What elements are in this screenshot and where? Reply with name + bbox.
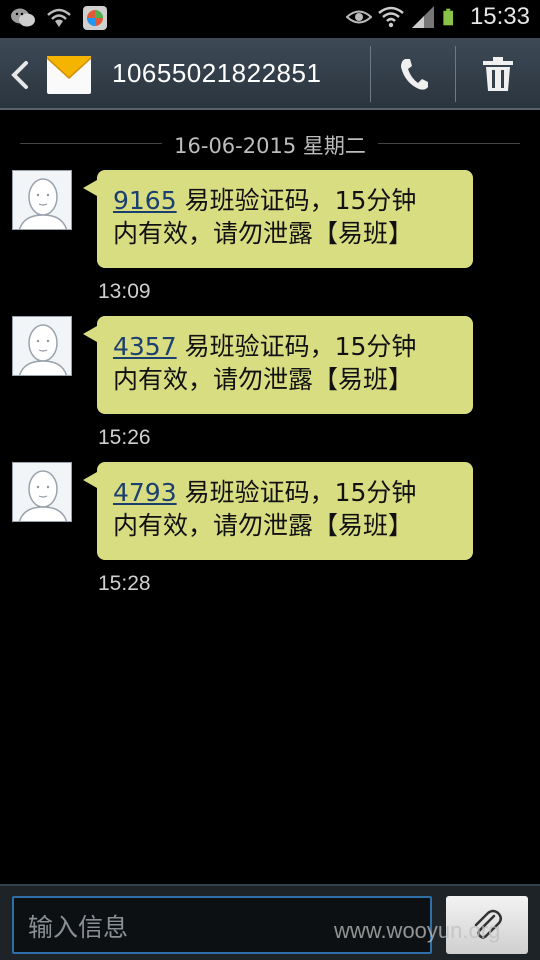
divider-line — [378, 143, 520, 144]
eye-icon — [345, 10, 372, 24]
call-button[interactable] — [372, 38, 456, 110]
message-text: 内有效，请勿泄露【易班】 — [113, 365, 414, 394]
app-icon — [83, 6, 107, 30]
message-item[interactable]: 9165 易班验证码，15分钟 内有效，请勿泄露【易班】 13:09 — [0, 170, 540, 316]
message-text: 内有效，请勿泄露【易班】 — [113, 219, 414, 248]
message-bubble[interactable]: 9165 易班验证码，15分钟 内有效，请勿泄露【易班】 — [83, 170, 473, 268]
watermark: www.wooyun.org — [334, 918, 501, 943]
contact-avatar-icon — [18, 324, 68, 375]
wifi-icon — [378, 6, 404, 28]
message-time: 13:09 — [98, 280, 151, 303]
signal-icon — [411, 6, 434, 28]
back-button[interactable] — [8, 52, 108, 98]
message-bubble[interactable]: 4357 易班验证码，15分钟 内有效，请勿泄露【易班】 — [83, 316, 473, 414]
system-icons: 15:33 — [345, 3, 530, 31]
message-text: 内有效，请勿泄露【易班】 — [113, 511, 414, 540]
message-text: 易班验证码，15分钟 — [176, 478, 417, 507]
contact-number: 10655021822851 — [112, 58, 322, 88]
phone-icon — [401, 59, 428, 90]
divider — [370, 46, 371, 102]
message-item[interactable]: 4357 易班验证码，15分钟 内有效，请勿泄露【易班】 15:26 — [0, 316, 540, 462]
wifi-hotspot-icon — [47, 8, 71, 27]
contact-avatar-icon — [18, 178, 68, 229]
message-time: 15:26 — [98, 426, 151, 449]
compose-bar: 输入信息 www.wooyun.org — [0, 884, 540, 960]
back-icon — [11, 61, 28, 89]
envelope-icon — [46, 56, 92, 94]
status-bar: 15:33 — [0, 0, 540, 38]
trash-icon — [483, 57, 513, 91]
avatar — [12, 462, 72, 522]
message-time: 15:28 — [98, 572, 151, 595]
avatar — [12, 170, 72, 230]
contact-avatar-icon — [18, 470, 68, 521]
verification-code-link[interactable]: 9165 — [113, 186, 177, 215]
clock: 15:33 — [469, 3, 530, 30]
message-text: 易班验证码，15分钟 — [176, 186, 417, 215]
action-bar: 10655021822851 — [0, 38, 540, 110]
verification-code-link[interactable]: 4357 — [113, 332, 177, 361]
verification-code-link[interactable]: 4793 — [113, 478, 177, 507]
battery-icon — [443, 8, 454, 26]
notification-icons — [10, 5, 108, 31]
message-item[interactable]: 4793 易班验证码，15分钟 内有效，请勿泄露【易班】 15:28 — [0, 462, 540, 608]
message-text: 易班验证码，15分钟 — [176, 332, 417, 361]
delete-button[interactable] — [456, 38, 540, 110]
avatar — [12, 316, 72, 376]
message-bubble[interactable]: 4793 易班验证码，15分钟 内有效，请勿泄露【易班】 — [83, 462, 473, 560]
wechat-icon — [11, 8, 35, 27]
date-divider: 16-06-2015 星期二 — [20, 130, 520, 158]
date-label: 16-06-2015 星期二 — [174, 134, 366, 158]
